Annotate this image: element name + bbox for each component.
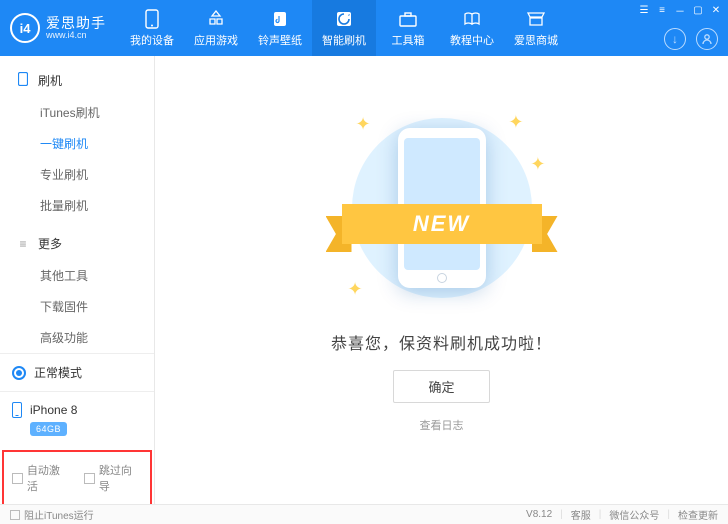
nav-label: 智能刷机 [322,32,366,48]
sidebar: 刷机 iTunes刷机 一键刷机 专业刷机 批量刷机 ≡ 更多 其他工具 下载固… [0,56,155,504]
apps-icon [207,8,225,30]
nav-my-device[interactable]: 我的设备 [120,0,184,56]
checkbox-auto-activate[interactable]: 自动激活 [12,462,70,494]
sidebar-item-batch-flash[interactable]: 批量刷机 [0,190,154,221]
user-icon[interactable] [696,28,718,50]
sparkle-icon: ✦ [508,112,523,133]
sidebar-item-itunes-flash[interactable]: iTunes刷机 [0,97,154,128]
checkbox-skip-wizard[interactable]: 跳过向导 [84,462,142,494]
nav-label: 工具箱 [392,32,425,48]
logo: i4 爱思助手 www.i4.cn [0,0,120,56]
app-site: www.i4.cn [46,30,106,40]
flash-icon [335,8,353,30]
close-icon[interactable]: ✕ [710,4,722,16]
version-label: V8.12 [526,509,552,520]
status-bar: 阻止iTunes运行 V8.12 | 客服 | 微信公众号 | 检查更新 [0,504,728,524]
nav-label: 应用游戏 [194,32,238,48]
view-log-link[interactable]: 查看日志 [420,417,464,433]
new-ribbon: NEW [332,204,552,252]
checkbox-label: 阻止iTunes运行 [24,507,94,522]
checkbox-label: 跳过向导 [99,462,142,494]
sidebar-item-other-tools[interactable]: 其他工具 [0,260,154,291]
download-icon[interactable]: ↓ [664,28,686,50]
store-icon [526,8,546,30]
confirm-button[interactable]: 确定 [393,370,489,403]
footer-link-support[interactable]: 客服 [571,507,591,522]
toolbox-icon [398,8,418,30]
phone-icon [16,72,30,89]
more-icon: ≡ [16,237,30,251]
music-icon [271,8,289,30]
device-icon [12,402,22,418]
mode-label: 正常模式 [34,364,82,381]
main-panel: ✦ ✦ ✦ ✦ NEW 恭喜您，保资料刷机成功啦！ 确定 查看日志 [155,56,728,504]
sidebar-item-download-fw[interactable]: 下载固件 [0,291,154,322]
mode-dot-icon [12,366,26,380]
mode-indicator[interactable]: 正常模式 [0,353,154,391]
nav-apps-games[interactable]: 应用游戏 [184,0,248,56]
sidebar-group-more: ≡ 更多 [0,231,154,256]
footer-link-wechat[interactable]: 微信公众号 [609,507,659,522]
sidebar-group-title: 刷机 [38,72,62,89]
sidebar-item-onekey-flash[interactable]: 一键刷机 [0,128,154,159]
nav-tutorials[interactable]: 教程中心 [440,0,504,56]
sidebar-item-advanced[interactable]: 高级功能 [0,322,154,353]
checkbox-block-itunes[interactable]: 阻止iTunes运行 [10,507,94,522]
sidebar-group-flash: 刷机 [0,68,154,93]
app-header: i4 爱思助手 www.i4.cn 我的设备 应用游戏 铃声壁纸 智能刷机 工具… [0,0,728,56]
sparkle-icon: ✦ [348,279,363,300]
app-name: 爱思助手 [46,16,106,30]
nav-store[interactable]: 爱思商城 [504,0,568,56]
sidebar-group-title: 更多 [38,235,62,252]
checkbox-icon [84,473,95,484]
nav-label: 铃声壁纸 [258,32,302,48]
nav-ringtones[interactable]: 铃声壁纸 [248,0,312,56]
nav-toolbox[interactable]: 工具箱 [376,0,440,56]
nav-label: 教程中心 [450,32,494,48]
window-controls: ☰ ≡ － ▢ ✕ [638,4,722,16]
success-message: 恭喜您，保资料刷机成功啦！ [331,330,552,354]
checkbox-label: 自动激活 [27,462,70,494]
footer-link-update[interactable]: 检查更新 [678,507,718,522]
highlighted-options: 自动激活 跳过向导 [2,450,152,506]
device-panel[interactable]: iPhone 8 64GB [0,391,154,446]
success-illustration: ✦ ✦ ✦ ✦ NEW [342,108,542,308]
maximize-icon[interactable]: ▢ [692,4,704,16]
nav-label: 我的设备 [130,32,174,48]
sidebar-item-pro-flash[interactable]: 专业刷机 [0,159,154,190]
nav-label: 爱思商城 [514,32,558,48]
menu-icon[interactable]: ≡ [656,4,668,16]
nav-smart-flash[interactable]: 智能刷机 [312,0,376,56]
top-nav: 我的设备 应用游戏 铃声壁纸 智能刷机 工具箱 教程中心 爱思商城 [120,0,568,56]
book-icon [463,8,481,30]
ribbon-label: NEW [342,204,542,244]
checkbox-icon [12,473,23,484]
capacity-badge: 64GB [30,422,67,436]
sparkle-icon: ✦ [530,154,545,175]
checkbox-icon [10,510,20,520]
sparkle-icon: ✦ [356,114,371,135]
minimize-icon[interactable]: － [674,4,686,16]
logo-icon: i4 [10,13,40,43]
device-name: iPhone 8 [30,403,77,417]
phone-icon [145,8,159,30]
skin-icon[interactable]: ☰ [638,4,650,16]
